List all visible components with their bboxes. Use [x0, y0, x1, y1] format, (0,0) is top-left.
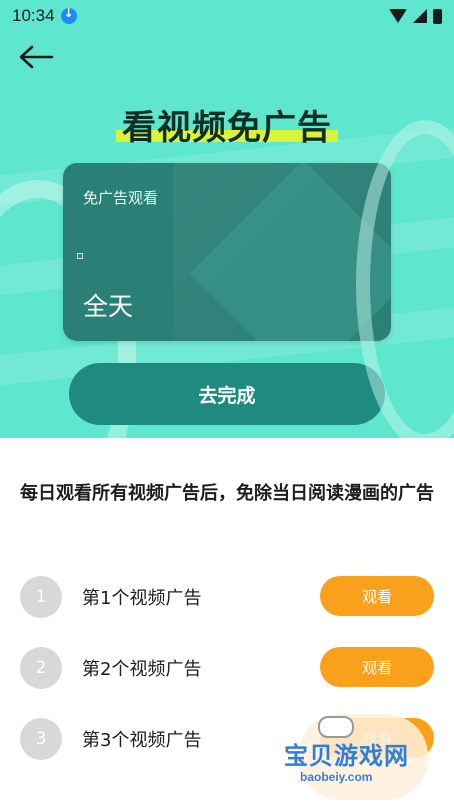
status-time: 10:34: [12, 6, 55, 25]
description-text: 每日观看所有视频广告后，免除当日阅读漫画的广告: [20, 483, 434, 504]
watermark-url: baobeiy.com: [300, 770, 373, 784]
download-icon: [60, 6, 77, 24]
card-label: 免广告观看: [83, 189, 159, 207]
hero-title-text: 看视频免广告: [116, 108, 338, 148]
back-arrow-icon: [19, 45, 54, 69]
task-label: 第2个视频广告: [82, 659, 202, 680]
back-button[interactable]: [18, 40, 58, 74]
wifi-icon: [389, 9, 407, 23]
watermark-title: 宝贝游戏网: [284, 742, 409, 770]
ad-free-card: 免广告观看 全天: [63, 163, 391, 341]
hero-title: 看视频免广告: [0, 100, 454, 149]
task-number: 3: [20, 718, 62, 760]
gamepad-logo-icon: [318, 716, 354, 738]
task-row-2: 2 第2个视频广告 观看: [0, 647, 454, 689]
watch-button-2[interactable]: 观看: [320, 647, 434, 687]
task-number: 2: [20, 647, 62, 689]
card-marker: [77, 253, 83, 259]
battery-icon: [433, 8, 442, 24]
site-watermark: 宝贝游戏网 baobeiy.com: [278, 714, 430, 802]
task-label: 第3个视频广告: [82, 730, 202, 751]
watch-button-1[interactable]: 观看: [320, 576, 434, 616]
task-number: 1: [20, 576, 62, 618]
task-label: 第1个视频广告: [82, 588, 202, 609]
hero-banner: 10:34 看视频免广告 免广告观看 全天 去完成: [0, 0, 454, 438]
card-value: 全天: [83, 292, 134, 321]
status-bar: 10:34: [0, 0, 454, 32]
status-icons: [389, 8, 442, 24]
complete-button[interactable]: 去完成: [69, 363, 385, 425]
task-row-1: 1 第1个视频广告 观看: [0, 576, 454, 618]
signal-icon: [413, 9, 427, 23]
